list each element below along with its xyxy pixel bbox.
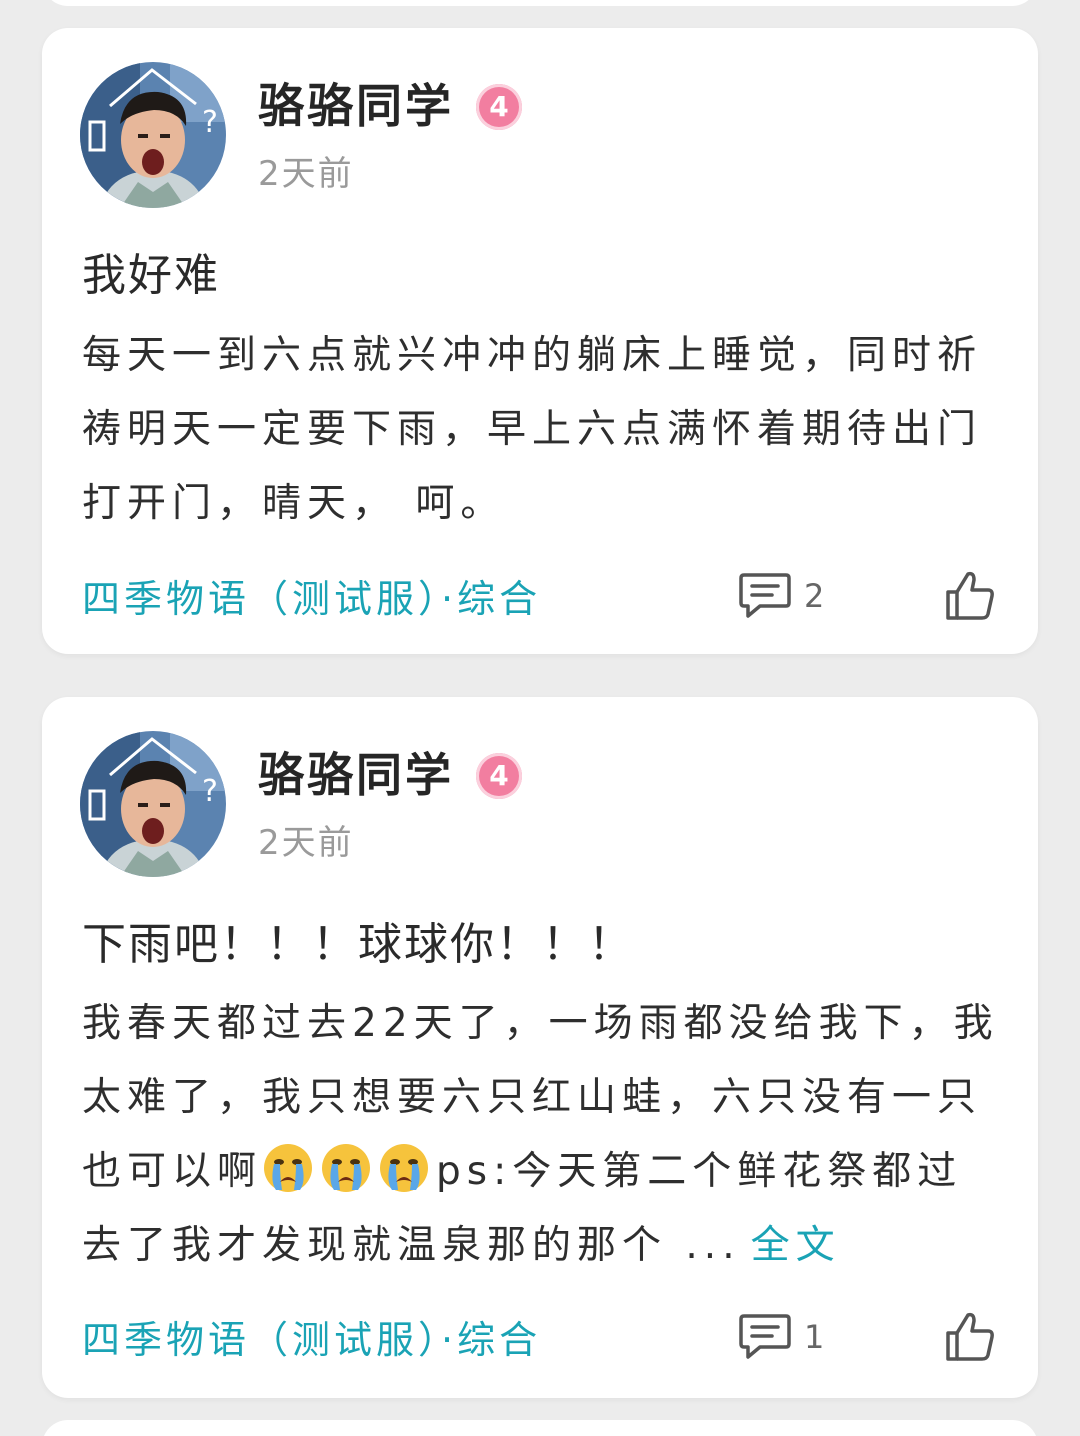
comment-count: 1 (804, 1318, 825, 1356)
level-badge: 4 (476, 84, 522, 130)
previous-card-edge (42, 0, 1038, 6)
comment-count: 2 (804, 577, 825, 615)
comment-button[interactable]: 2 (738, 568, 824, 624)
post-footer: 四季物语（测试服）·综合 2 (82, 568, 998, 628)
thumbs-up-icon[interactable] (944, 1309, 996, 1363)
post-card[interactable]: ? 骆骆同学 4 2天前 下雨吧！！！球球你！！！ 我春天都过去22天了，一场雨… (42, 697, 1038, 1398)
post-footer: 四季物语（测试服）·综合 1 (82, 1309, 998, 1369)
username[interactable]: 骆骆同学 (258, 78, 454, 134)
avatar[interactable]: ? (80, 62, 226, 208)
username[interactable]: 骆骆同学 (258, 747, 454, 803)
topic-tag[interactable]: 四季物语（测试服）·综合 (82, 1315, 541, 1365)
level-badge: 4 (476, 753, 522, 799)
comment-icon (738, 571, 792, 621)
post-time: 2天前 (258, 154, 354, 194)
post-time: 2天前 (258, 823, 354, 863)
post-body[interactable]: 每天一到六点就兴冲冲的躺床上睡觉，同时祈祷明天一定要下雨，早上六点满怀着期待出门… (82, 319, 1002, 541)
read-more-link[interactable]: 全文 (751, 1223, 841, 1268)
post-title[interactable]: 我好难 (82, 248, 220, 304)
next-card-edge (42, 1420, 1038, 1436)
loudly-crying-face-emoji-icon (262, 1144, 436, 1194)
post-card[interactable]: ? 骆骆同学 4 2天前 我好难 每天一到六点就兴冲冲的躺床上睡觉，同时祈祷明天… (42, 28, 1038, 654)
comment-button[interactable]: 1 (738, 1309, 824, 1365)
comment-icon (738, 1312, 792, 1362)
svg-text:?: ? (202, 774, 218, 809)
topic-tag[interactable]: 四季物语（测试服）·综合 (82, 574, 541, 624)
svg-text:?: ? (202, 105, 218, 140)
post-body[interactable]: 我春天都过去22天了，一场雨都没给我下，我太难了，我只想要六只红山蛙，六只没有一… (82, 987, 1002, 1283)
post-title[interactable]: 下雨吧！！！球球你！！！ (82, 917, 634, 973)
avatar[interactable]: ? (80, 731, 226, 877)
thumbs-up-icon[interactable] (944, 568, 996, 622)
